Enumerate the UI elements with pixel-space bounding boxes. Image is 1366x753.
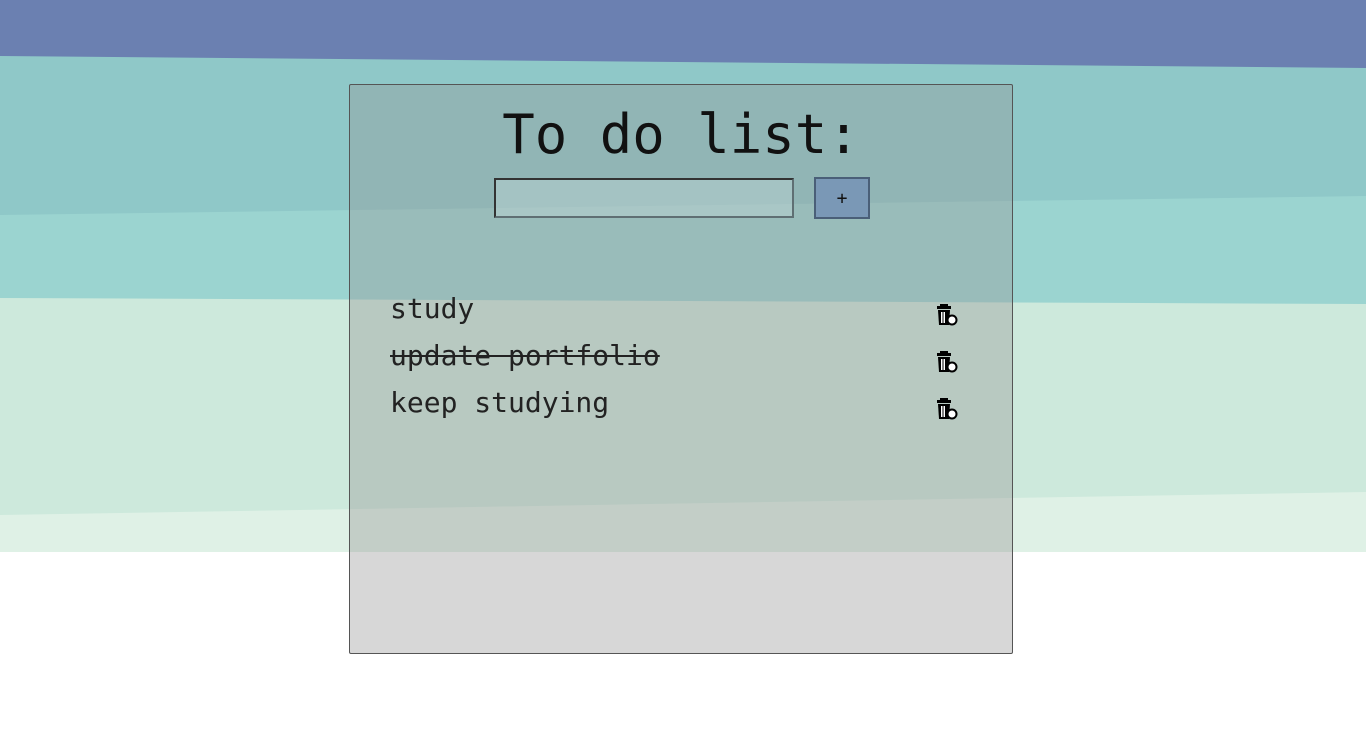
todo-item-text[interactable]: update portfolio — [390, 336, 660, 376]
page-title: To do list: — [502, 103, 860, 166]
band-blue — [0, 0, 1366, 68]
todo-item: study — [390, 289, 974, 336]
todo-item-text[interactable]: keep studying — [390, 383, 609, 423]
trash-icon[interactable] — [935, 303, 961, 329]
todo-card: To do list: + study update portfolio kee… — [349, 84, 1013, 654]
todo-list: study update portfolio keep studying — [390, 289, 974, 430]
trash-icon[interactable] — [935, 350, 961, 376]
todo-item: update portfolio — [390, 336, 974, 383]
add-task-form: + — [494, 177, 870, 219]
todo-item-text[interactable]: study — [390, 289, 474, 329]
new-task-input[interactable] — [494, 178, 794, 218]
add-task-button[interactable]: + — [814, 177, 870, 219]
trash-icon[interactable] — [935, 397, 961, 423]
todo-item: keep studying — [390, 383, 974, 430]
